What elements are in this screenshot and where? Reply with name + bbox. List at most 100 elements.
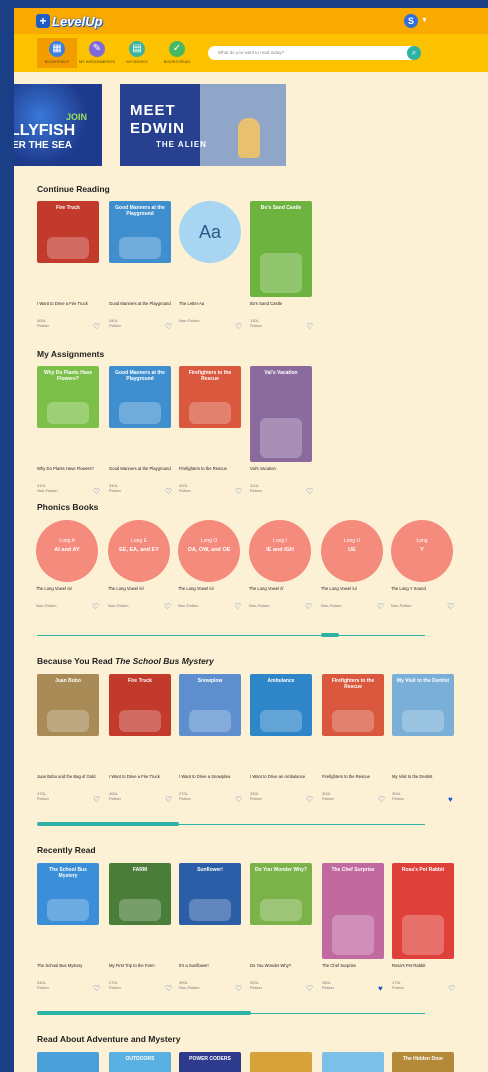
heart-icon[interactable]: ♡ <box>378 796 385 804</box>
book-title[interactable]: It's a Sunflower! <box>179 963 243 974</box>
book-card[interactable]: Do You Wonder Why? Do You Wonder Why? 320L… <box>250 863 314 993</box>
book-card[interactable]: Snowplow I Want to Drive a Snowplow 270L Fi… <box>179 674 243 804</box>
levelup-logo[interactable]: + LevelUp <box>36 13 103 29</box>
book-card[interactable]: Fire Truck I Want to Drive a Fire Truck 40… <box>109 674 173 804</box>
book-title[interactable]: Good Manners at the Playground <box>109 466 173 477</box>
heart-icon[interactable]: ♡ <box>165 323 172 331</box>
book-title[interactable]: The Chef Surprise <box>322 963 386 974</box>
scroll-thumb[interactable] <box>321 633 339 637</box>
heart-icon[interactable]: ♡ <box>93 323 100 331</box>
book-cover[interactable] <box>37 1052 99 1072</box>
book-cover[interactable]: Long O OA, OW, and OE <box>178 520 240 582</box>
book-card[interactable]: Bo's Sand Castle Bo's Sand Castle 130L Fict… <box>250 201 314 331</box>
search-bar[interactable]: What do you want to read today? ⌕ <box>208 46 421 60</box>
book-title[interactable]: I Want to Drive a Fire Truck <box>37 301 101 312</box>
book-cover[interactable]: Fire Truck <box>37 201 99 263</box>
heart-icon[interactable]: ♡ <box>447 603 454 611</box>
heart-icon[interactable]: ♡ <box>235 323 242 331</box>
book-cover[interactable] <box>250 1052 312 1072</box>
book-card[interactable]: Good Manners at the Playground Good Manne… <box>109 201 173 331</box>
book-card[interactable]: Long E EE, EA, and EY The Long Vowel /e/No… <box>108 520 172 611</box>
book-cover[interactable]: Long Y <box>391 520 453 582</box>
because-scrollbar[interactable] <box>37 822 425 826</box>
book-title[interactable]: Rosa's Pet Rabbit <box>392 963 456 974</box>
book-title[interactable]: Good Manners at the Playground <box>109 301 173 312</box>
user-avatar[interactable]: S <box>404 14 418 28</box>
heart-icon[interactable]: ♡ <box>164 603 171 611</box>
heart-icon[interactable]: ♡ <box>305 603 312 611</box>
book-cover[interactable]: Rosa's Pet Rabbit <box>392 863 454 959</box>
book-cover[interactable]: Good Manners at the Playground <box>109 366 171 428</box>
book-card[interactable]: Long A AI and AY The Long Vowel /a/Non-Fic… <box>36 520 100 611</box>
book-title[interactable]: The Long Vowel /a/ <box>36 586 100 597</box>
book-cover[interactable]: Long I IE and IGH <box>249 520 311 582</box>
book-cover[interactable]: Long U UE <box>321 520 383 582</box>
recent-scrollbar[interactable] <box>37 1011 425 1015</box>
book-card[interactable]: Rosa's Pet Rabbit Rosa's Pet Rabbit 170L Fi… <box>392 863 456 993</box>
book-card[interactable]: Good Manners at the Playground Good Manne… <box>109 366 173 496</box>
book-title[interactable]: Val's Vacation <box>250 466 314 477</box>
book-card[interactable]: My Visit to the Dentist My Visit to the D… <box>392 674 456 804</box>
heart-icon[interactable]: ♥ <box>378 985 383 993</box>
book-title[interactable]: The Long Vowel /o/ <box>178 586 242 597</box>
book-title[interactable]: I Want to Drive an Ambulance <box>250 774 314 785</box>
book-title[interactable]: The Long Vowel /i/ <box>249 586 313 597</box>
book-cover[interactable]: Sunflower! <box>179 863 241 925</box>
book-cover[interactable]: Fire Truck <box>109 674 171 736</box>
heart-icon[interactable]: ♡ <box>235 488 242 496</box>
book-card[interactable]: Long O OA, OW, and OE The Long Vowel /o/No… <box>178 520 242 611</box>
book-card[interactable]: Juan Bobo Juan Bobo and the Bag of Gold 47… <box>37 674 101 804</box>
book-cover[interactable]: Firefighters to the Rescue <box>179 366 241 428</box>
book-title[interactable]: Firefighters to the Rescue <box>322 774 386 785</box>
book-title[interactable]: The Long Y Sound <box>391 586 455 597</box>
book-title[interactable]: Firefighters to the Rescue <box>179 466 243 477</box>
heart-icon[interactable]: ♡ <box>165 796 172 804</box>
book-title[interactable]: The Long Vowel /e/ <box>108 586 172 597</box>
book-cover[interactable]: OUTDOORS <box>109 1052 171 1072</box>
book-title[interactable]: The Letter Aa <box>179 301 243 312</box>
book-cover[interactable]: Do You Wonder Why? <box>250 863 312 925</box>
book-card[interactable]: Long U UE The Long Vowel /u/Non-Fiction ♡ <box>321 520 385 611</box>
book-title[interactable]: Bo's Sand Castle <box>250 301 314 312</box>
heart-icon[interactable]: ♡ <box>165 985 172 993</box>
heart-icon[interactable]: ♡ <box>165 488 172 496</box>
heart-icon[interactable]: ♡ <box>93 488 100 496</box>
book-cover[interactable]: Long E EE, EA, and EY <box>108 520 170 582</box>
heart-icon[interactable]: ♡ <box>448 985 455 993</box>
book-card[interactable]: Why Do Plants Have Flowers? Why Do Plants… <box>37 366 101 496</box>
banner-edwin[interactable]: MEET EDWIN THE ALIEN <box>120 84 286 166</box>
book-title[interactable]: The School Bus Mystery <box>37 963 101 974</box>
search-icon[interactable]: ⌕ <box>407 46 421 60</box>
book-card[interactable]: Firefighters to the Rescue Firefighters t… <box>322 674 386 804</box>
chevron-down-icon[interactable]: ▼ <box>421 17 428 24</box>
nav-my-assignments[interactable]: ✎ MY ASSIGNMENTS <box>77 38 117 68</box>
book-title[interactable]: My First Trip to the Farm <box>109 963 173 974</box>
book-cover[interactable]: Firefighters to the Rescue <box>322 674 384 736</box>
book-card[interactable]: Val's Vacation Val's Vacation 310L Fiction ♡ <box>250 366 314 496</box>
book-cover[interactable]: Juan Bobo <box>37 674 99 736</box>
book-cover[interactable] <box>322 1052 384 1072</box>
book-card[interactable]: Sunflower! It's a Sunflower! 390L Non-Ficti… <box>179 863 243 993</box>
book-cover[interactable]: The Hidden Door <box>392 1052 454 1072</box>
book-cover[interactable]: Why Do Plants Have Flowers? <box>37 366 99 428</box>
nav-my-books[interactable]: ▤ MY BOOKS <box>117 38 157 68</box>
phonics-scrollbar[interactable] <box>37 633 425 637</box>
book-card[interactable]: Firefighters to the Rescue Firefighters t… <box>179 366 243 496</box>
heart-icon[interactable]: ♡ <box>235 796 242 804</box>
book-title[interactable]: I Want to Drive a Snowplow <box>179 774 243 785</box>
heart-icon[interactable]: ♡ <box>235 985 242 993</box>
book-cover[interactable]: The School Bus Mystery <box>37 863 99 925</box>
nav-books-read[interactable]: ✓ BOOKS READ <box>157 38 197 68</box>
book-cover[interactable]: Val's Vacation <box>250 366 312 462</box>
book-cover[interactable]: My Visit to the Dentist <box>392 674 454 736</box>
book-title[interactable]: Do You Wonder Why? <box>250 963 314 974</box>
book-cover[interactable]: Snowplow <box>179 674 241 736</box>
book-card[interactable]: Long I IE and IGH The Long Vowel /i/Non-Fi… <box>249 520 313 611</box>
heart-icon[interactable]: ♡ <box>306 985 313 993</box>
book-title[interactable]: I Want to Drive a Fire Truck <box>109 774 173 785</box>
heart-icon[interactable]: ♡ <box>234 603 241 611</box>
book-title[interactable]: The Long Vowel /u/ <box>321 586 385 597</box>
book-title[interactable]: Juan Bobo and the Bag of Gold <box>37 774 101 785</box>
banner-jellyfish[interactable]: JOIN LLYFISH ER THE SEA <box>14 84 102 166</box>
book-cover[interactable]: The Chef Surprise <box>322 863 384 959</box>
